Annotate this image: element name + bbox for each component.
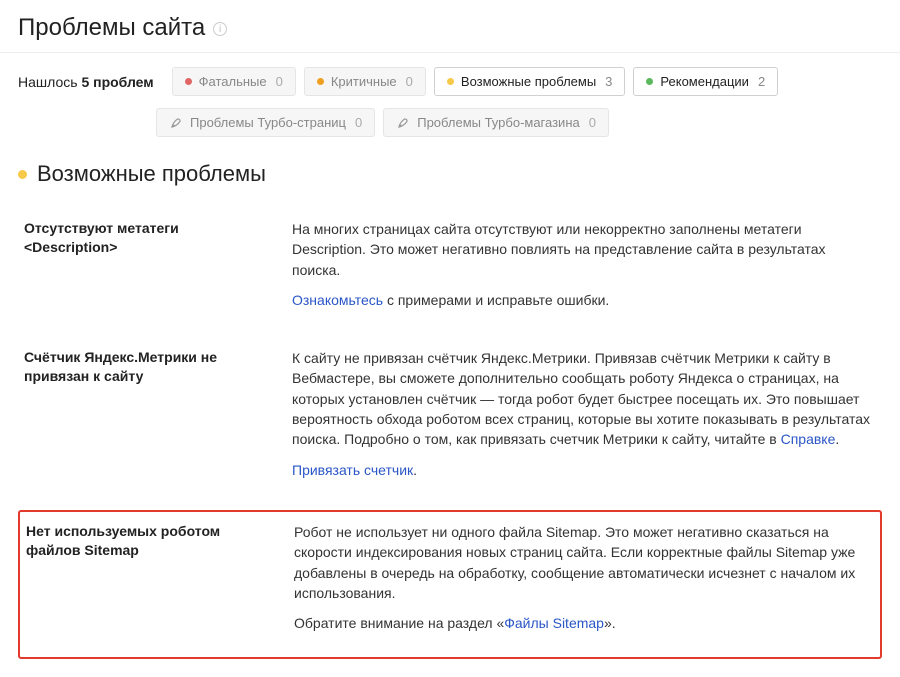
- rocket-icon: [396, 116, 410, 130]
- issue-name: Счётчик Яндекс.Метрики не привязан к сай…: [24, 348, 264, 490]
- issue-action-link[interactable]: Привязать счетчик: [292, 462, 413, 478]
- filter-fatal[interactable]: Фатальные 0: [172, 67, 296, 96]
- filter-count: 0: [406, 74, 413, 89]
- issue-action-prefix: Обратите внимание на раздел «: [294, 615, 504, 631]
- page-title: Проблемы сайта: [18, 14, 205, 42]
- dot-icon: [317, 78, 324, 85]
- filter-count: 3: [605, 74, 612, 89]
- issue-desc-tail: .: [835, 431, 839, 447]
- found-prefix: Нашлось: [18, 74, 78, 90]
- found-count: 5 проблем: [81, 74, 153, 90]
- issue-desc: К сайту не привязан счётчик Яндекс.Метри…: [292, 348, 876, 490]
- filter-label: Проблемы Турбо-страниц: [190, 115, 346, 130]
- found-label: Нашлось 5 проблем: [18, 74, 164, 90]
- issue-row: Счётчик Яндекс.Метрики не привязан к сай…: [18, 336, 882, 506]
- issue-action-link[interactable]: Ознакомьтесь: [292, 292, 383, 308]
- issue-name: Отсутствуют метатеги <Description>: [24, 219, 264, 320]
- issue-action-tail: с примерами и исправьте ошибки.: [383, 292, 609, 308]
- issue-desc: На многих страницах сайта отсутствуют ил…: [292, 219, 876, 320]
- filter-label: Возможные проблемы: [461, 74, 596, 89]
- rocket-icon: [169, 116, 183, 130]
- issue-desc-text: Робот не использует ни одного файла Site…: [294, 522, 874, 603]
- issue-name: Нет используемых роботом файлов Sitemap: [26, 522, 266, 643]
- filter-critical[interactable]: Критичные 0: [304, 67, 426, 96]
- issue-row-highlighted: Нет используемых роботом файлов Sitemap …: [18, 510, 882, 659]
- filter-count: 0: [355, 115, 362, 130]
- filter-count: 0: [276, 74, 283, 89]
- info-icon[interactable]: i: [213, 22, 227, 36]
- filter-label: Рекомендации: [660, 74, 749, 89]
- dot-icon: [185, 78, 192, 85]
- dot-icon: [646, 78, 653, 85]
- issue-row: Отсутствуют метатеги <Description> На мн…: [18, 207, 882, 336]
- filter-count: 0: [589, 115, 596, 130]
- filter-count: 2: [758, 74, 765, 89]
- dot-icon: [447, 78, 454, 85]
- issue-desc-text: На многих страницах сайта отсутствуют ил…: [292, 219, 876, 280]
- issue-desc-link[interactable]: Справке: [781, 431, 836, 447]
- filter-bar: Нашлось 5 проблем Фатальные 0 Критичные …: [0, 53, 900, 143]
- filter-recommend[interactable]: Рекомендации 2: [633, 67, 778, 96]
- issue-action-tail: .: [413, 462, 417, 478]
- issue-action-link[interactable]: Файлы Sitemap: [504, 615, 604, 631]
- section-title: Возможные проблемы: [18, 161, 882, 187]
- filter-possible[interactable]: Возможные проблемы 3: [434, 67, 626, 96]
- filter-turbo-shop[interactable]: Проблемы Турбо-магазина 0: [383, 108, 609, 137]
- filter-turbo-pages[interactable]: Проблемы Турбо-страниц 0: [156, 108, 375, 137]
- issue-action-tail: ».: [604, 615, 616, 631]
- section-title-text: Возможные проблемы: [37, 161, 266, 187]
- filter-label: Критичные: [331, 74, 397, 89]
- dot-icon: [18, 170, 27, 179]
- issue-desc: Робот не использует ни одного файла Site…: [294, 522, 874, 643]
- filter-label: Проблемы Турбо-магазина: [417, 115, 580, 130]
- filter-label: Фатальные: [199, 74, 267, 89]
